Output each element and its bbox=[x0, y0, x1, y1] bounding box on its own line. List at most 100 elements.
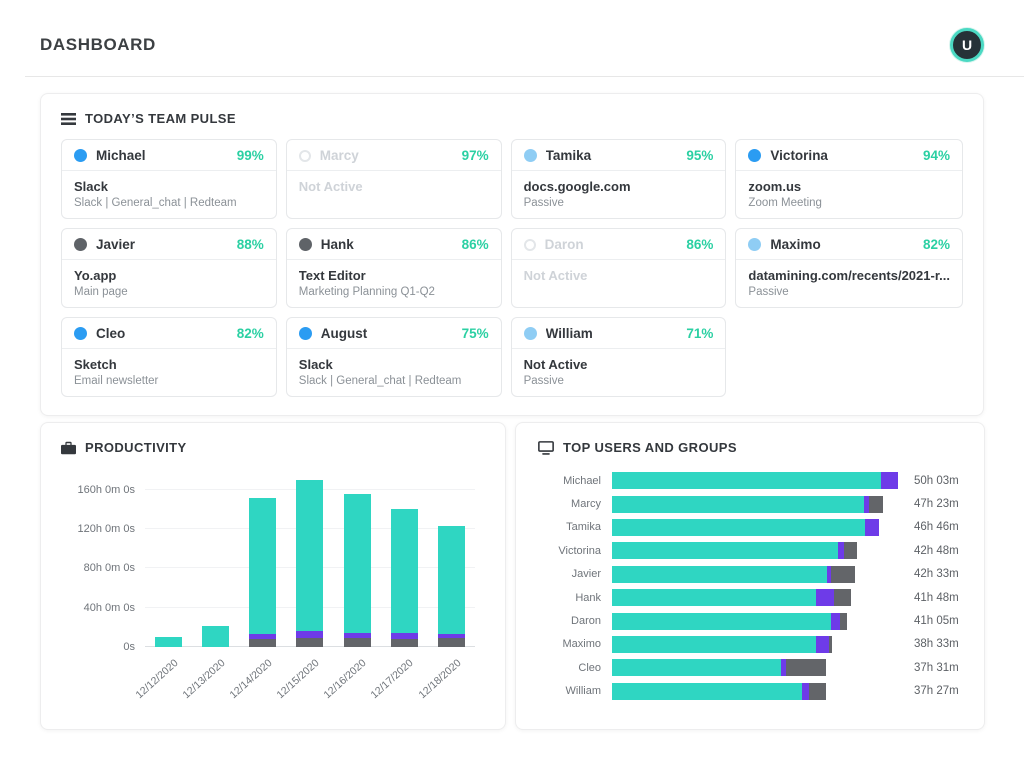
productivity-chart: 160h 0m 0s 120h 0m 0s 80h 0m 0s 40h 0m 0s 0s… bbox=[61, 471, 485, 719]
user-bar-track bbox=[612, 589, 898, 607]
user-bar-track bbox=[612, 542, 898, 560]
current-activity: Yo.app bbox=[74, 268, 117, 283]
x-axis-tick-label: 12/12/2020 bbox=[133, 657, 181, 702]
bar-segment-meetings bbox=[296, 631, 324, 639]
status-dot-icon bbox=[298, 327, 312, 340]
current-activity: docs.google.com bbox=[523, 179, 631, 194]
pulse-card-body: Slack Slack | General_chat | Redteam bbox=[62, 171, 276, 218]
activity-detail: Slack | General_chat | Redteam bbox=[298, 375, 462, 387]
monitor-icon bbox=[538, 440, 554, 455]
bar-segment-idle bbox=[296, 638, 324, 647]
pulse-card-body: Sketch Email newsletter bbox=[62, 349, 276, 396]
member-name: Tamika bbox=[545, 148, 592, 163]
user-name-label: Tamika bbox=[566, 521, 601, 534]
status-dot-icon bbox=[748, 149, 762, 162]
productivity-bar[interactable] bbox=[296, 479, 324, 647]
user-bar-segment-teal bbox=[612, 589, 817, 607]
productivity-bar[interactable] bbox=[437, 526, 465, 647]
user-row[interactable]: Cleo 37h 31m bbox=[538, 656, 962, 679]
pulse-card[interactable]: Tamika 95% docs.google.com Passive bbox=[510, 139, 727, 219]
pulse-card[interactable]: Cleo 82% Sketch Email newsletter bbox=[61, 317, 277, 397]
status-dot-icon bbox=[74, 238, 87, 251]
y-axis-tick-label: 80h 0m 0s bbox=[83, 562, 135, 575]
user-bar-segment-gray bbox=[786, 659, 827, 677]
member-name: Victorina bbox=[770, 148, 828, 163]
pulse-card[interactable]: August 75% Slack Slack | General_chat | Red… bbox=[285, 317, 502, 397]
pulse-card[interactable]: Marcy 97% Not Active bbox=[285, 139, 502, 219]
activity-detail: Slack | General_chat | Redteam bbox=[74, 197, 237, 209]
productivity-bar[interactable] bbox=[202, 626, 230, 647]
user-bar-segment-teal bbox=[612, 495, 864, 513]
top-users-chart: Michael 50h 03m Marcy 47h 23m Tamika 46h 46m V… bbox=[538, 469, 962, 703]
user-row[interactable]: Victorina 42h 48m bbox=[538, 539, 962, 562]
current-activity: Slack bbox=[298, 357, 333, 372]
pulse-card-header: Tamika 95% bbox=[511, 140, 726, 171]
user-duration-label: 47h 23m bbox=[914, 498, 959, 511]
member-name: Daron bbox=[544, 237, 584, 252]
pulse-card-body: docs.google.com Passive bbox=[512, 171, 726, 218]
bar-segment-productive bbox=[343, 493, 371, 634]
productivity-bar[interactable] bbox=[343, 493, 371, 647]
user-row[interactable]: Hank 41h 48m bbox=[538, 586, 962, 609]
user-row[interactable]: Maximo 38h 33m bbox=[538, 633, 962, 656]
pulse-percent: 82% bbox=[236, 326, 264, 341]
bar-segment-productive bbox=[390, 509, 418, 634]
pulse-card-header: August 75% bbox=[286, 318, 501, 349]
pulse-card-header: William 71% bbox=[511, 318, 726, 349]
user-bar-segment-teal bbox=[612, 635, 817, 653]
user-bar-segment-teal bbox=[612, 472, 881, 490]
pulse-percent: 75% bbox=[461, 326, 489, 341]
user-avatar[interactable]: U bbox=[950, 28, 984, 62]
user-name-label: Victorina bbox=[558, 544, 601, 557]
productivity-title-text: PRODUCTIVITY bbox=[85, 440, 187, 455]
bar-segment-idle bbox=[390, 639, 418, 647]
pulse-card-header: Marcy 97% bbox=[286, 140, 501, 171]
member-name: Javier bbox=[96, 237, 136, 252]
pulse-card[interactable]: William 71% Not Active Passive bbox=[510, 317, 727, 397]
user-bar-segment-purple bbox=[831, 612, 840, 630]
current-activity: Sketch bbox=[74, 357, 117, 372]
x-axis-slot: 12/17/2020 bbox=[369, 651, 428, 715]
pulse-card[interactable]: Victorina 94% zoom.us Zoom Meeting bbox=[735, 139, 963, 219]
pulse-card-body: datamining.com/recents/2021-r... Passive bbox=[736, 260, 962, 307]
productivity-bar[interactable] bbox=[155, 637, 183, 647]
productivity-bar[interactable] bbox=[249, 497, 277, 647]
user-bar-segment-purple bbox=[880, 472, 898, 490]
user-row[interactable]: Javier 42h 33m bbox=[538, 563, 962, 586]
bars-row bbox=[145, 475, 475, 647]
member-name: Michael bbox=[96, 148, 146, 163]
activity-detail: Passive bbox=[748, 286, 789, 298]
user-bar-segment-gray bbox=[829, 635, 833, 653]
user-row[interactable]: Michael 50h 03m bbox=[538, 469, 962, 492]
user-row[interactable]: Marcy 47h 23m bbox=[538, 492, 962, 515]
pulse-card[interactable]: Maximo 82% datamining.com/recents/2021-r..… bbox=[735, 228, 963, 308]
status-dot-icon bbox=[74, 327, 87, 340]
list-icon bbox=[61, 112, 76, 125]
pulse-card-header: Maximo 82% bbox=[736, 229, 962, 260]
status-dot-icon bbox=[298, 238, 312, 251]
user-duration-label: 41h 48m bbox=[914, 591, 959, 604]
current-activity: Not Active bbox=[298, 179, 363, 194]
member-name: Cleo bbox=[96, 326, 126, 341]
user-row[interactable]: Daron 41h 05m bbox=[538, 609, 962, 632]
user-bar-segment-gray bbox=[839, 612, 847, 630]
user-name-label: Cleo bbox=[578, 661, 601, 674]
activity-detail: Zoom Meeting bbox=[748, 197, 822, 209]
user-row[interactable]: Tamika 46h 46m bbox=[538, 516, 962, 539]
team-pulse-title-text: TODAY’S TEAM PULSE bbox=[85, 111, 236, 126]
user-row[interactable]: William 37h 27m bbox=[538, 680, 962, 703]
status-dot-icon bbox=[748, 238, 762, 251]
user-name-label: Javier bbox=[571, 568, 601, 581]
pulse-card[interactable]: Michael 99% Slack Slack | General_chat | Re… bbox=[61, 139, 277, 219]
status-dot-icon bbox=[523, 238, 536, 251]
top-users-panel: TOP USERS AND GROUPS Michael 50h 03m Marcy… bbox=[515, 422, 985, 730]
productivity-bar[interactable] bbox=[390, 509, 418, 647]
bar-segment-productive bbox=[296, 479, 324, 632]
user-bar-segment-teal bbox=[612, 659, 781, 677]
pulse-card[interactable]: Javier 88% Yo.app Main page bbox=[61, 228, 277, 308]
header: DASHBOARD U bbox=[0, 0, 1024, 62]
pulse-card[interactable]: Hank 86% Text Editor Marketing Planning Q1-… bbox=[285, 228, 502, 308]
pulse-card[interactable]: Daron 86% Not Active bbox=[510, 228, 727, 308]
user-duration-label: 37h 27m bbox=[914, 685, 959, 698]
x-axis-slot: 12/15/2020 bbox=[275, 651, 333, 715]
